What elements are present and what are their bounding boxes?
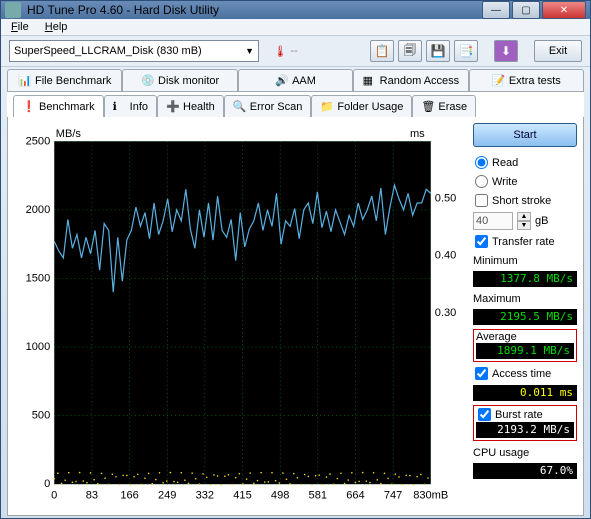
svg-text:332: 332 <box>196 489 214 501</box>
average-box: Average 1899.1 MB/s <box>473 329 577 362</box>
exit-button[interactable]: Exit <box>534 40 582 62</box>
average-value: 1899.1 MB/s <box>476 343 574 359</box>
side-panel: Start Read Write Short stroke ▲▼ gB Tran… <box>473 123 577 509</box>
window-title: HD Tune Pro 4.60 - Hard Disk Utility <box>27 3 482 17</box>
maximum-label: Maximum <box>473 291 577 305</box>
menubar: File Help <box>1 19 590 36</box>
benchmark-chart: 0 500 1000 1500 2000 2500 0.30 0.40 0.50 0 83 166 24… <box>14 123 467 509</box>
options-button[interactable]: 📑 <box>454 40 478 62</box>
svg-text:0.30: 0.30 <box>435 307 457 319</box>
start-button[interactable]: Start <box>473 123 577 147</box>
svg-text:0: 0 <box>44 478 50 490</box>
action-button[interactable]: ⬇ <box>494 40 518 62</box>
svg-text:747: 747 <box>384 489 402 501</box>
svg-text:415: 415 <box>233 489 251 501</box>
burst-rate-checkbox[interactable]: Burst rate <box>476 407 574 422</box>
health-icon: ➕ <box>166 100 179 113</box>
svg-text:1000: 1000 <box>26 341 51 353</box>
info-icon: ℹ <box>113 100 126 113</box>
tab-disk-monitor[interactable]: 💿Disk monitor <box>122 69 237 91</box>
temperature-display: 🌡 -- <box>265 40 303 62</box>
cpu-usage-label: CPU usage <box>473 445 577 459</box>
secondary-tabs: 📊File Benchmark 💿Disk monitor 🔊AAM ▦Rand… <box>1 67 590 91</box>
random-icon: ▦ <box>363 74 376 87</box>
trash-icon: 🗑 <box>421 100 434 113</box>
content-area: 0 500 1000 1500 2000 2500 0.30 0.40 0.50 0 83 166 24… <box>7 117 584 516</box>
drive-select-value: SuperSpeed_LLCRAM_Disk (830 mB) <box>14 45 202 57</box>
access-time-value: 0.011 ms <box>473 385 577 401</box>
svg-text:0.50: 0.50 <box>435 192 457 204</box>
svg-text:498: 498 <box>271 489 289 501</box>
disk-monitor-icon: 💿 <box>141 74 154 87</box>
svg-text:249: 249 <box>158 489 176 501</box>
extra-tests-icon: 📝 <box>492 74 505 87</box>
short-stroke-value: ▲▼ gB <box>473 212 577 230</box>
app-icon <box>5 2 21 18</box>
speaker-icon: 🔊 <box>275 74 288 87</box>
menu-help[interactable]: Help <box>41 19 72 35</box>
app-window: HD Tune Pro 4.60 - Hard Disk Utility — ▢… <box>0 0 591 519</box>
minimize-button[interactable]: — <box>482 1 510 19</box>
save-button[interactable]: 💾 <box>426 40 450 62</box>
thermometer-icon: 🌡 <box>273 45 287 58</box>
minimum-label: Minimum <box>473 253 577 267</box>
access-time-checkbox[interactable]: Access time <box>473 366 577 381</box>
magnifier-icon: 🔍 <box>233 100 246 113</box>
drive-select[interactable]: SuperSpeed_LLCRAM_Disk (830 mB) ▼ <box>9 40 259 62</box>
svg-text:2500: 2500 <box>26 135 51 147</box>
toolbar: SuperSpeed_LLCRAM_Disk (830 mB) ▼ 🌡 -- 📋… <box>1 36 590 67</box>
copy-screenshot-button[interactable]: 🗐 <box>398 40 422 62</box>
copy-info-button[interactable]: 📋 <box>370 40 394 62</box>
benchmark-icon: ❗ <box>22 100 35 113</box>
transfer-rate-checkbox[interactable]: Transfer rate <box>473 234 577 249</box>
stroke-input[interactable] <box>473 212 513 230</box>
short-stroke-checkbox[interactable]: Short stroke <box>473 193 577 208</box>
svg-text:0.40: 0.40 <box>435 250 457 262</box>
burst-rate-value: 2193.2 MB/s <box>476 422 574 438</box>
svg-text:500: 500 <box>32 410 50 422</box>
tab-erase[interactable]: 🗑Erase <box>412 95 476 117</box>
folder-icon: 📁 <box>320 100 333 113</box>
close-button[interactable]: ✕ <box>542 1 586 19</box>
svg-text:166: 166 <box>120 489 138 501</box>
tab-aam[interactable]: 🔊AAM <box>238 69 353 91</box>
titlebar[interactable]: HD Tune Pro 4.60 - Hard Disk Utility — ▢… <box>1 1 590 19</box>
stroke-spinner[interactable]: ▲▼ <box>517 212 531 230</box>
burst-box: Burst rate 2193.2 MB/s <box>473 405 577 441</box>
file-benchmark-icon: 📊 <box>18 74 31 87</box>
tab-file-benchmark[interactable]: 📊File Benchmark <box>7 69 122 91</box>
svg-text:830mB: 830mB <box>413 489 448 501</box>
minimum-value: 1377.8 MB/s <box>473 271 577 287</box>
tab-error-scan[interactable]: 🔍Error Scan <box>224 95 312 117</box>
svg-text:664: 664 <box>346 489 364 501</box>
tab-info[interactable]: ℹInfo <box>104 95 157 117</box>
menu-file[interactable]: File <box>7 19 33 35</box>
tab-random-access[interactable]: ▦Random Access <box>353 69 468 91</box>
read-radio[interactable]: Read <box>473 155 577 170</box>
dropdown-arrow-icon: ▼ <box>245 46 254 56</box>
tab-extra-tests[interactable]: 📝Extra tests <box>469 69 584 91</box>
svg-text:MB/s: MB/s <box>56 128 82 140</box>
average-label: Average <box>476 331 574 343</box>
tab-health[interactable]: ➕Health <box>157 95 224 117</box>
svg-text:1500: 1500 <box>26 272 51 284</box>
temperature-value: -- <box>290 45 297 57</box>
tab-folder-usage[interactable]: 📁Folder Usage <box>311 95 412 117</box>
maximum-value: 2195.5 MB/s <box>473 309 577 325</box>
write-radio[interactable]: Write <box>473 174 577 189</box>
svg-text:83: 83 <box>86 489 98 501</box>
maximize-button[interactable]: ▢ <box>512 1 540 19</box>
tab-benchmark[interactable]: ❗Benchmark <box>13 95 104 117</box>
svg-text:2000: 2000 <box>26 204 51 216</box>
primary-tabs: ❗Benchmark ℹInfo ➕Health 🔍Error Scan 📁Fo… <box>7 91 584 117</box>
cpu-usage-value: 67.0% <box>473 463 577 479</box>
svg-text:0: 0 <box>51 489 57 501</box>
svg-text:ms: ms <box>410 128 425 140</box>
svg-text:581: 581 <box>309 489 327 501</box>
